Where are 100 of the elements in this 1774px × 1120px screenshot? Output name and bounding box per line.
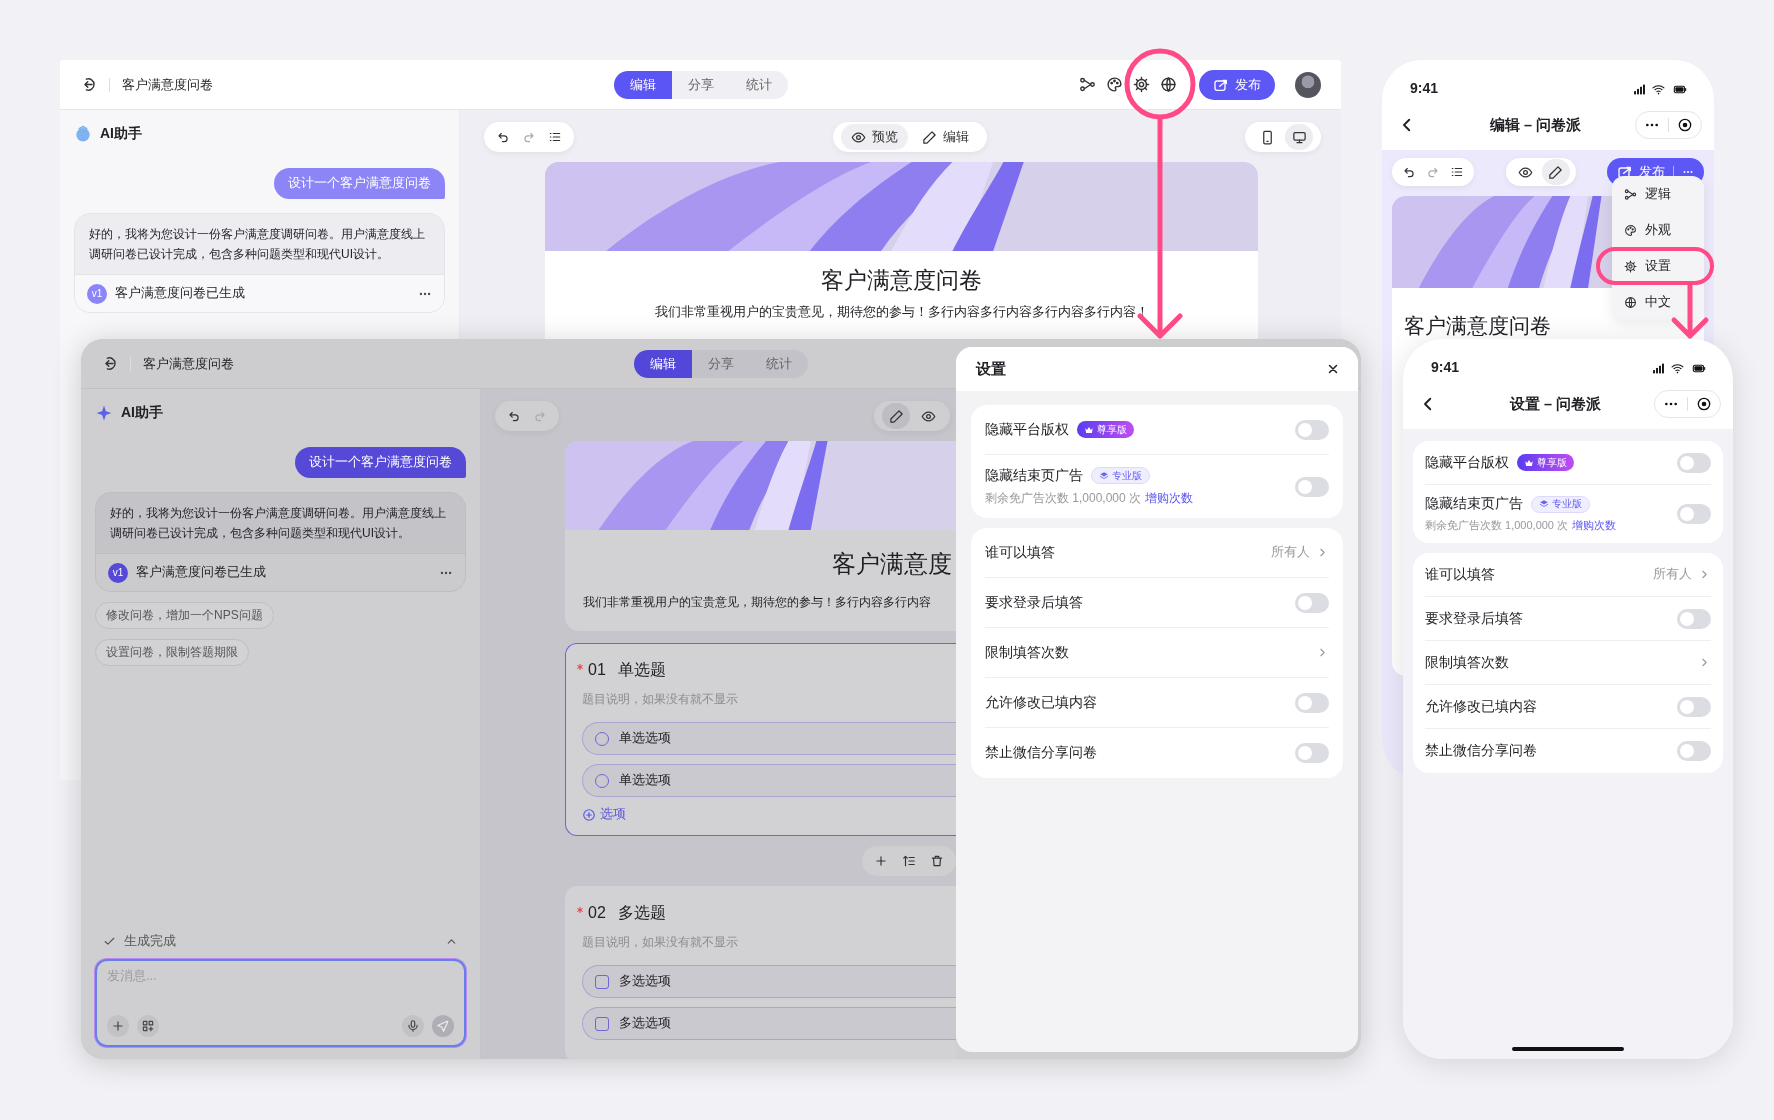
suggestion-chip[interactable]: 修改问卷，增加一个NPS问题	[95, 602, 274, 629]
edit-button[interactable]	[1541, 159, 1570, 185]
setting-label: 允许修改已填内容	[1425, 697, 1537, 716]
menu-item[interactable]: 外观	[1624, 216, 1671, 244]
question-title: 多选题	[617, 903, 666, 923]
screen-title: 编辑 – 问卷派	[1488, 115, 1583, 135]
tab[interactable]: 编辑	[634, 349, 692, 378]
pencil-icon	[1548, 164, 1563, 180]
publish-button[interactable]: 发布	[1199, 69, 1275, 100]
tab[interactable]: 分享	[671, 70, 730, 99]
settings-icon	[1624, 259, 1637, 273]
checkbox[interactable]	[595, 974, 609, 989]
setting-label: 隐藏结束页广告	[1425, 495, 1523, 513]
setting-label: 要求登录后填答	[985, 593, 1083, 612]
close-icon[interactable]	[1326, 362, 1340, 376]
artifact-row[interactable]: v1 客户满意度问卷已生成	[75, 274, 444, 312]
quota-note: 剩余免广告次数 1,000,000 次	[1425, 518, 1569, 533]
survey-description: 我们非常重视用户的宝贵意见，期待您的参与！多行内容多行内容	[582, 594, 932, 611]
toggle-switch[interactable]	[1677, 696, 1711, 717]
setting-label: 要求登录后填答	[1425, 609, 1523, 628]
preview-button[interactable]: 预览	[840, 124, 908, 150]
setting-label: 隐藏平台版权	[1425, 453, 1509, 472]
setting-label: 禁止微信分享问卷	[985, 744, 1097, 762]
document-title: 客户满意度问卷	[143, 354, 234, 373]
toggle-switch[interactable]	[1295, 476, 1329, 497]
question-hint: 题目说明，如果没有就不显示	[582, 934, 738, 951]
setting-label: 隐藏结束页广告	[985, 466, 1083, 485]
toggle-switch[interactable]	[1677, 741, 1711, 761]
option-label: 多选选项	[619, 1015, 671, 1032]
setting-value: 所有人	[1271, 544, 1310, 561]
setting-label: 允许修改已填内容	[985, 693, 1097, 712]
layers-icon	[1099, 470, 1109, 481]
toggle-switch[interactable]	[1295, 592, 1329, 613]
survey-title: 客户满意度问卷	[1403, 313, 1551, 339]
orb-icon	[74, 125, 92, 143]
menu-item[interactable]: 设置	[1624, 252, 1671, 280]
wifi-icon	[1651, 83, 1666, 96]
eye-icon	[920, 408, 936, 424]
question-card[interactable]: 01 单选题 题目说明，如果没有就不显示 单选选项 单选选项 选项	[565, 643, 956, 836]
panel-title: AI助手	[100, 125, 142, 143]
pointer-arrow	[1671, 283, 1709, 339]
grid-icon[interactable]	[137, 1015, 159, 1037]
option-row[interactable]: 单选选项	[582, 722, 956, 755]
nodes-icon[interactable]	[1079, 76, 1096, 93]
setting-label: 限制填答次数	[1425, 653, 1509, 672]
quota-note: 剩余免广告次数 1,000,000 次	[985, 489, 1142, 507]
signal-icon	[1651, 362, 1666, 375]
highlight-ring	[1124, 48, 1196, 120]
avatar[interactable]	[1295, 71, 1321, 98]
artifact-title: 客户满意度问卷已生成	[115, 285, 246, 302]
option-row[interactable]: 多选选项	[582, 1007, 956, 1040]
pro-badge: 专业版	[1531, 495, 1590, 513]
palette-icon	[1624, 223, 1637, 237]
add-option-link[interactable]: 选项	[582, 806, 626, 823]
reply-text: 好的，我将为您设计一份客户满意度调研问卷。用户满意度线上调研问卷已设计完成，包含多种问题类型和现代UI设计。	[109, 505, 447, 542]
layers-icon	[1539, 499, 1549, 509]
option-row[interactable]: 单选选项	[582, 764, 956, 797]
toggle-switch[interactable]	[1295, 743, 1329, 763]
microphone-icon[interactable]	[402, 1015, 424, 1037]
checkbox[interactable]	[595, 1016, 609, 1031]
tab[interactable]: 统计	[729, 70, 788, 99]
artifact-row[interactable]: v1 客户满意度问卷已生成	[96, 553, 465, 591]
question-card[interactable]: 02 多选题 题目说明，如果没有就不显示 多选选项 多选选项	[565, 886, 956, 1059]
globe-icon[interactable]	[1160, 76, 1177, 93]
suggestion-chip[interactable]: 设置问卷，限制答题期限	[95, 639, 249, 666]
buy-more-link[interactable]: 增购次数	[1145, 489, 1194, 507]
setting-label: 限制填答次数	[985, 643, 1069, 662]
survey-description: 我们非常重视用户的宝贵意见，期待您的参与！多行内容多行内容多行内容多行内容！	[653, 304, 1150, 321]
target-icon	[1677, 117, 1693, 133]
edit-button[interactable]	[882, 403, 910, 429]
toggle-switch[interactable]	[1295, 419, 1329, 440]
plus-icon[interactable]	[107, 1015, 129, 1037]
version-badge: v1	[108, 562, 128, 583]
option-label: 单选选项	[619, 772, 671, 789]
toggle-switch[interactable]	[1677, 452, 1711, 473]
settings-icon[interactable]	[1133, 76, 1150, 93]
toggle-switch[interactable]	[1677, 608, 1711, 629]
premium-badge: 尊享版	[1077, 421, 1134, 438]
user-message: 设计一个客户满意度问卷	[274, 168, 445, 199]
setting-value: 所有人	[1653, 566, 1692, 583]
pro-badge: 专业版	[1091, 467, 1150, 484]
tab[interactable]: 编辑	[613, 70, 672, 99]
palette-icon[interactable]	[1106, 76, 1123, 93]
menu-item[interactable]: 中文	[1624, 288, 1671, 316]
monitor-icon	[1291, 129, 1307, 145]
required-icon	[576, 663, 584, 671]
reply-text: 好的，我将为您设计一份客户满意度调研问卷。用户满意度线上调研问卷已设计完成，包含多种问题类型和现代UI设计。	[88, 226, 426, 263]
edit-button[interactable]: 编辑	[911, 124, 979, 150]
target-icon	[1696, 396, 1712, 412]
toggle-switch[interactable]	[1677, 504, 1711, 524]
user-message: 设计一个客户满意度问卷	[295, 447, 466, 478]
desktop-view-button[interactable]	[1285, 124, 1313, 150]
clock: 9:41	[1410, 80, 1439, 96]
buy-more-link[interactable]: 增购次数	[1572, 518, 1617, 533]
version-badge: v1	[87, 283, 107, 304]
globe-icon	[1624, 295, 1637, 309]
survey-title: 客户满意度	[831, 549, 953, 579]
screen-title: 设置 – 问卷派	[1508, 394, 1603, 414]
toggle-switch[interactable]	[1295, 692, 1329, 713]
option-row[interactable]: 多选选项	[582, 965, 956, 998]
